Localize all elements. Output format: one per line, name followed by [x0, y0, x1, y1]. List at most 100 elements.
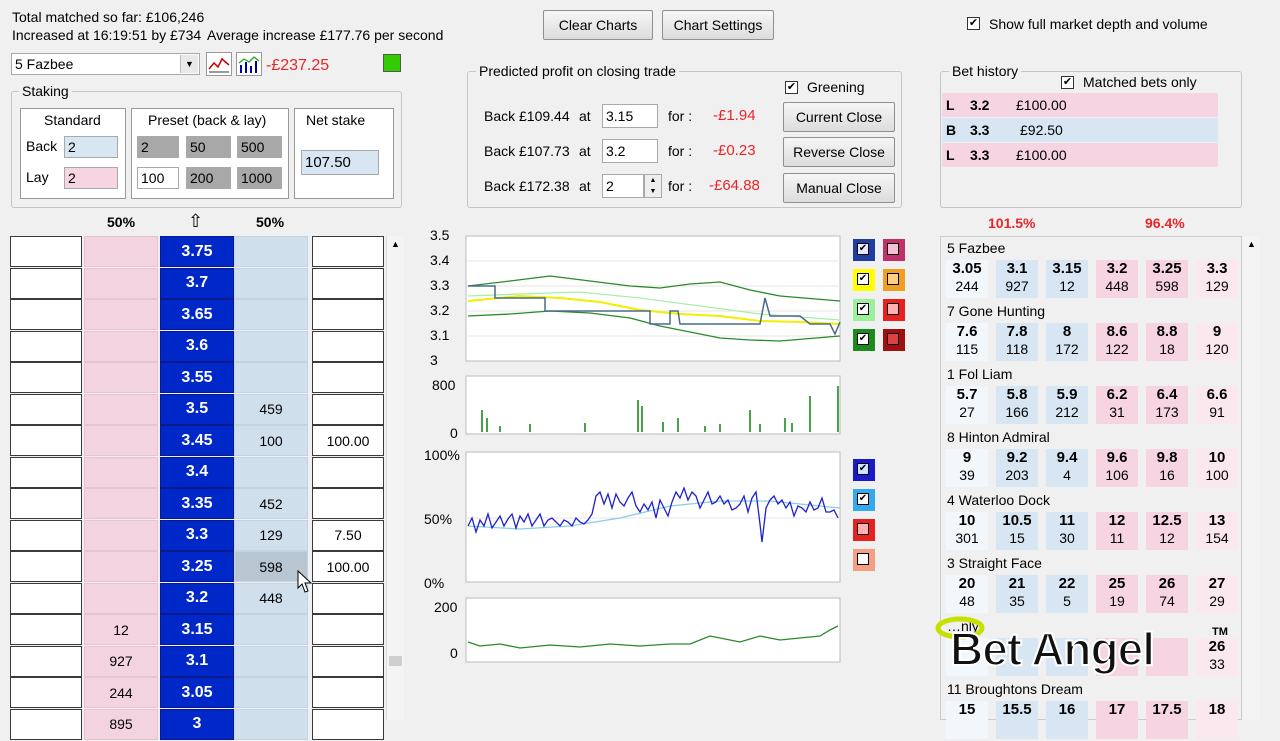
ladder-lay-stake-cell[interactable]: 7.50: [312, 519, 384, 551]
ladder-lay-stake-cell[interactable]: [312, 299, 384, 330]
ladder-back-stake-cell[interactable]: [10, 614, 82, 645]
ladder-back-stake-cell[interactable]: [10, 551, 82, 582]
back-price-cell[interactable]: 9.2 203: [996, 449, 1038, 487]
scroll-up-icon[interactable]: ▲: [387, 236, 404, 249]
lay-stake-input[interactable]: 2: [64, 167, 118, 189]
ladder-back-cell[interactable]: 459: [234, 393, 308, 425]
lay-price-cell[interactable]: 17: [1096, 701, 1138, 739]
ladder-back-stake-cell[interactable]: [10, 299, 82, 330]
scroll-thumb[interactable]: [389, 656, 402, 666]
ladder-back-cell[interactable]: [234, 645, 308, 677]
predicted-row-1-odds[interactable]: 3.15: [602, 104, 658, 128]
back-price-cell[interactable]: 15.5: [996, 701, 1038, 739]
ladder-lay-cell[interactable]: 895: [84, 708, 158, 740]
ladder-lay-cell[interactable]: [84, 582, 158, 614]
back-price-cell[interactable]: 7.6 115: [946, 323, 988, 361]
back-price-cell[interactable]: 21 35: [996, 575, 1038, 613]
market-runner[interactable]: 7 Gone Hunting 7.6 115 7.8 118 8 172 8.6 122 8.8 1…: [940, 303, 1242, 363]
net-stake-input[interactable]: 107.50: [301, 150, 379, 175]
current-close-button[interactable]: Current Close: [783, 102, 895, 132]
ladder-back-stake-cell[interactable]: [10, 393, 82, 425]
ladder-back-cell[interactable]: [234, 614, 308, 645]
ladder-scrollbar[interactable]: ▲: [386, 236, 404, 720]
ladder-lay-cell[interactable]: [84, 425, 158, 456]
predicted-row-2-odds[interactable]: 3.2: [602, 139, 658, 163]
ladder-back-cell[interactable]: [234, 677, 308, 708]
ladder-lay-cell[interactable]: 927: [84, 645, 158, 677]
wom-toggle-checkbox[interactable]: ✔: [853, 459, 875, 481]
lay-price-cell[interactable]: 6.6 91: [1196, 386, 1238, 424]
lay-price-cell[interactable]: 10 100: [1196, 449, 1238, 487]
lay-price-cell[interactable]: 27 29: [1196, 575, 1238, 613]
back-price-cell[interactable]: 3.15 12: [1046, 260, 1088, 298]
ladder-lay-stake-cell[interactable]: 100.00: [312, 551, 384, 582]
ladder-price-cell[interactable]: 3.7: [160, 267, 234, 299]
ladder-price-cell[interactable]: 3.05: [160, 677, 234, 708]
ladder-price-cell[interactable]: 3.3: [160, 519, 234, 551]
ladder-price-cell[interactable]: 3.4: [160, 456, 234, 488]
ladder-price-cell[interactable]: 3.15: [160, 614, 234, 645]
ladder-lay-stake-cell[interactable]: [312, 456, 384, 488]
lay-price-cell[interactable]: 6.4 173: [1146, 386, 1188, 424]
average-toggle-checkbox[interactable]: ✔: [853, 269, 875, 291]
ltp-toggle-checkbox[interactable]: ✔: [853, 239, 875, 261]
ladder-lay-cell[interactable]: [84, 236, 158, 267]
back-price-cell[interactable]: 7.8 118: [996, 323, 1038, 361]
ladder-back-stake-cell[interactable]: [10, 708, 82, 740]
bar-chart-icon[interactable]: [236, 52, 262, 76]
ladder-back-cell[interactable]: [234, 708, 308, 740]
lay-price-cell[interactable]: 9.6 106: [1096, 449, 1138, 487]
lay-price-cell[interactable]: 13 154: [1196, 512, 1238, 550]
center-arrow-icon[interactable]: ⇧: [188, 211, 203, 232]
preset-lay-1[interactable]: 100: [137, 167, 179, 189]
ladder-lay-cell[interactable]: [84, 393, 158, 425]
ladder-lay-stake-cell[interactable]: 100.00: [312, 425, 384, 456]
ladder-back-cell[interactable]: [234, 362, 308, 393]
ladder-lay-stake-cell[interactable]: [312, 330, 384, 362]
back-price-cell[interactable]: 3.05 244: [946, 260, 988, 298]
greening-checkbox[interactable]: ✔: [785, 81, 798, 94]
back-price-cell[interactable]: 5.8 166: [996, 386, 1038, 424]
lay-price-cell[interactable]: 9.8 16: [1146, 449, 1188, 487]
orange-color-swatch[interactable]: [883, 269, 905, 291]
ladder-lay-stake-cell[interactable]: [312, 488, 384, 519]
ladder-lay-stake-cell[interactable]: [312, 708, 384, 740]
lay-price-cell[interactable]: 18: [1196, 701, 1238, 739]
lay-price-cell[interactable]: 9 120: [1196, 323, 1238, 361]
ladder-lay-stake-cell[interactable]: [312, 236, 384, 267]
ladder-price-cell[interactable]: 3.1: [160, 645, 234, 677]
line-chart-icon[interactable]: [206, 52, 232, 76]
back-price-cell[interactable]: 10 301: [946, 512, 988, 550]
market-runner[interactable]: 4 Waterloo Dock 10 301 10.5 15 11 30 12 11 12.5 12…: [940, 492, 1242, 552]
lay-price-cell[interactable]: 3.25 598: [1146, 260, 1188, 298]
band-toggle-checkbox[interactable]: ✔: [853, 329, 875, 351]
spinner-up-icon[interactable]: ▲: [645, 175, 661, 186]
ladder-lay-cell[interactable]: [84, 488, 158, 519]
chevron-down-icon[interactable]: ▼: [180, 55, 198, 73]
red-toggle-checkbox[interactable]: [853, 519, 875, 541]
predicted-row-3-odds[interactable]: 2: [602, 174, 644, 198]
ladder-back-cell[interactable]: [234, 456, 308, 488]
ladder-lay-cell[interactable]: [84, 362, 158, 393]
ladder-lay-stake-cell[interactable]: [312, 677, 384, 708]
ladder-price-cell[interactable]: 3.5: [160, 393, 234, 425]
back-price-cell[interactable]: 22 5: [1046, 575, 1088, 613]
bet-row[interactable]: L 3.3 £100.00: [942, 143, 1218, 167]
ladder-lay-cell[interactable]: [84, 330, 158, 362]
ladder-back-cell[interactable]: [234, 267, 308, 299]
spinner-down-icon[interactable]: ▼: [645, 186, 661, 197]
market-runner[interactable]: 5 Fazbee 3.05 244 3.1 927 3.15 12 3.2 448 3.25 598…: [940, 240, 1242, 300]
ladder-lay-stake-cell[interactable]: [312, 582, 384, 614]
ladder-price-cell[interactable]: 3.35: [160, 488, 234, 519]
back-price-cell[interactable]: 8 172: [1046, 323, 1088, 361]
preset-back-2[interactable]: 50: [186, 136, 231, 158]
preset-back-1[interactable]: 2: [137, 136, 179, 158]
ladder-back-stake-cell[interactable]: [10, 425, 82, 456]
market-runner[interactable]: 1 Fol Liam 5.7 27 5.8 166 5.9 212 6.2 31 6.4 173 6.…: [940, 366, 1242, 426]
runner-select[interactable]: 5 Fazbee ▼: [11, 53, 200, 75]
ladder-back-stake-cell[interactable]: [10, 362, 82, 393]
lay-price-cell[interactable]: 8.8 18: [1146, 323, 1188, 361]
ladder-back-cell[interactable]: 129: [234, 519, 308, 551]
ladder-back-stake-cell[interactable]: [10, 582, 82, 614]
preset-lay-3[interactable]: 1000: [237, 167, 282, 189]
